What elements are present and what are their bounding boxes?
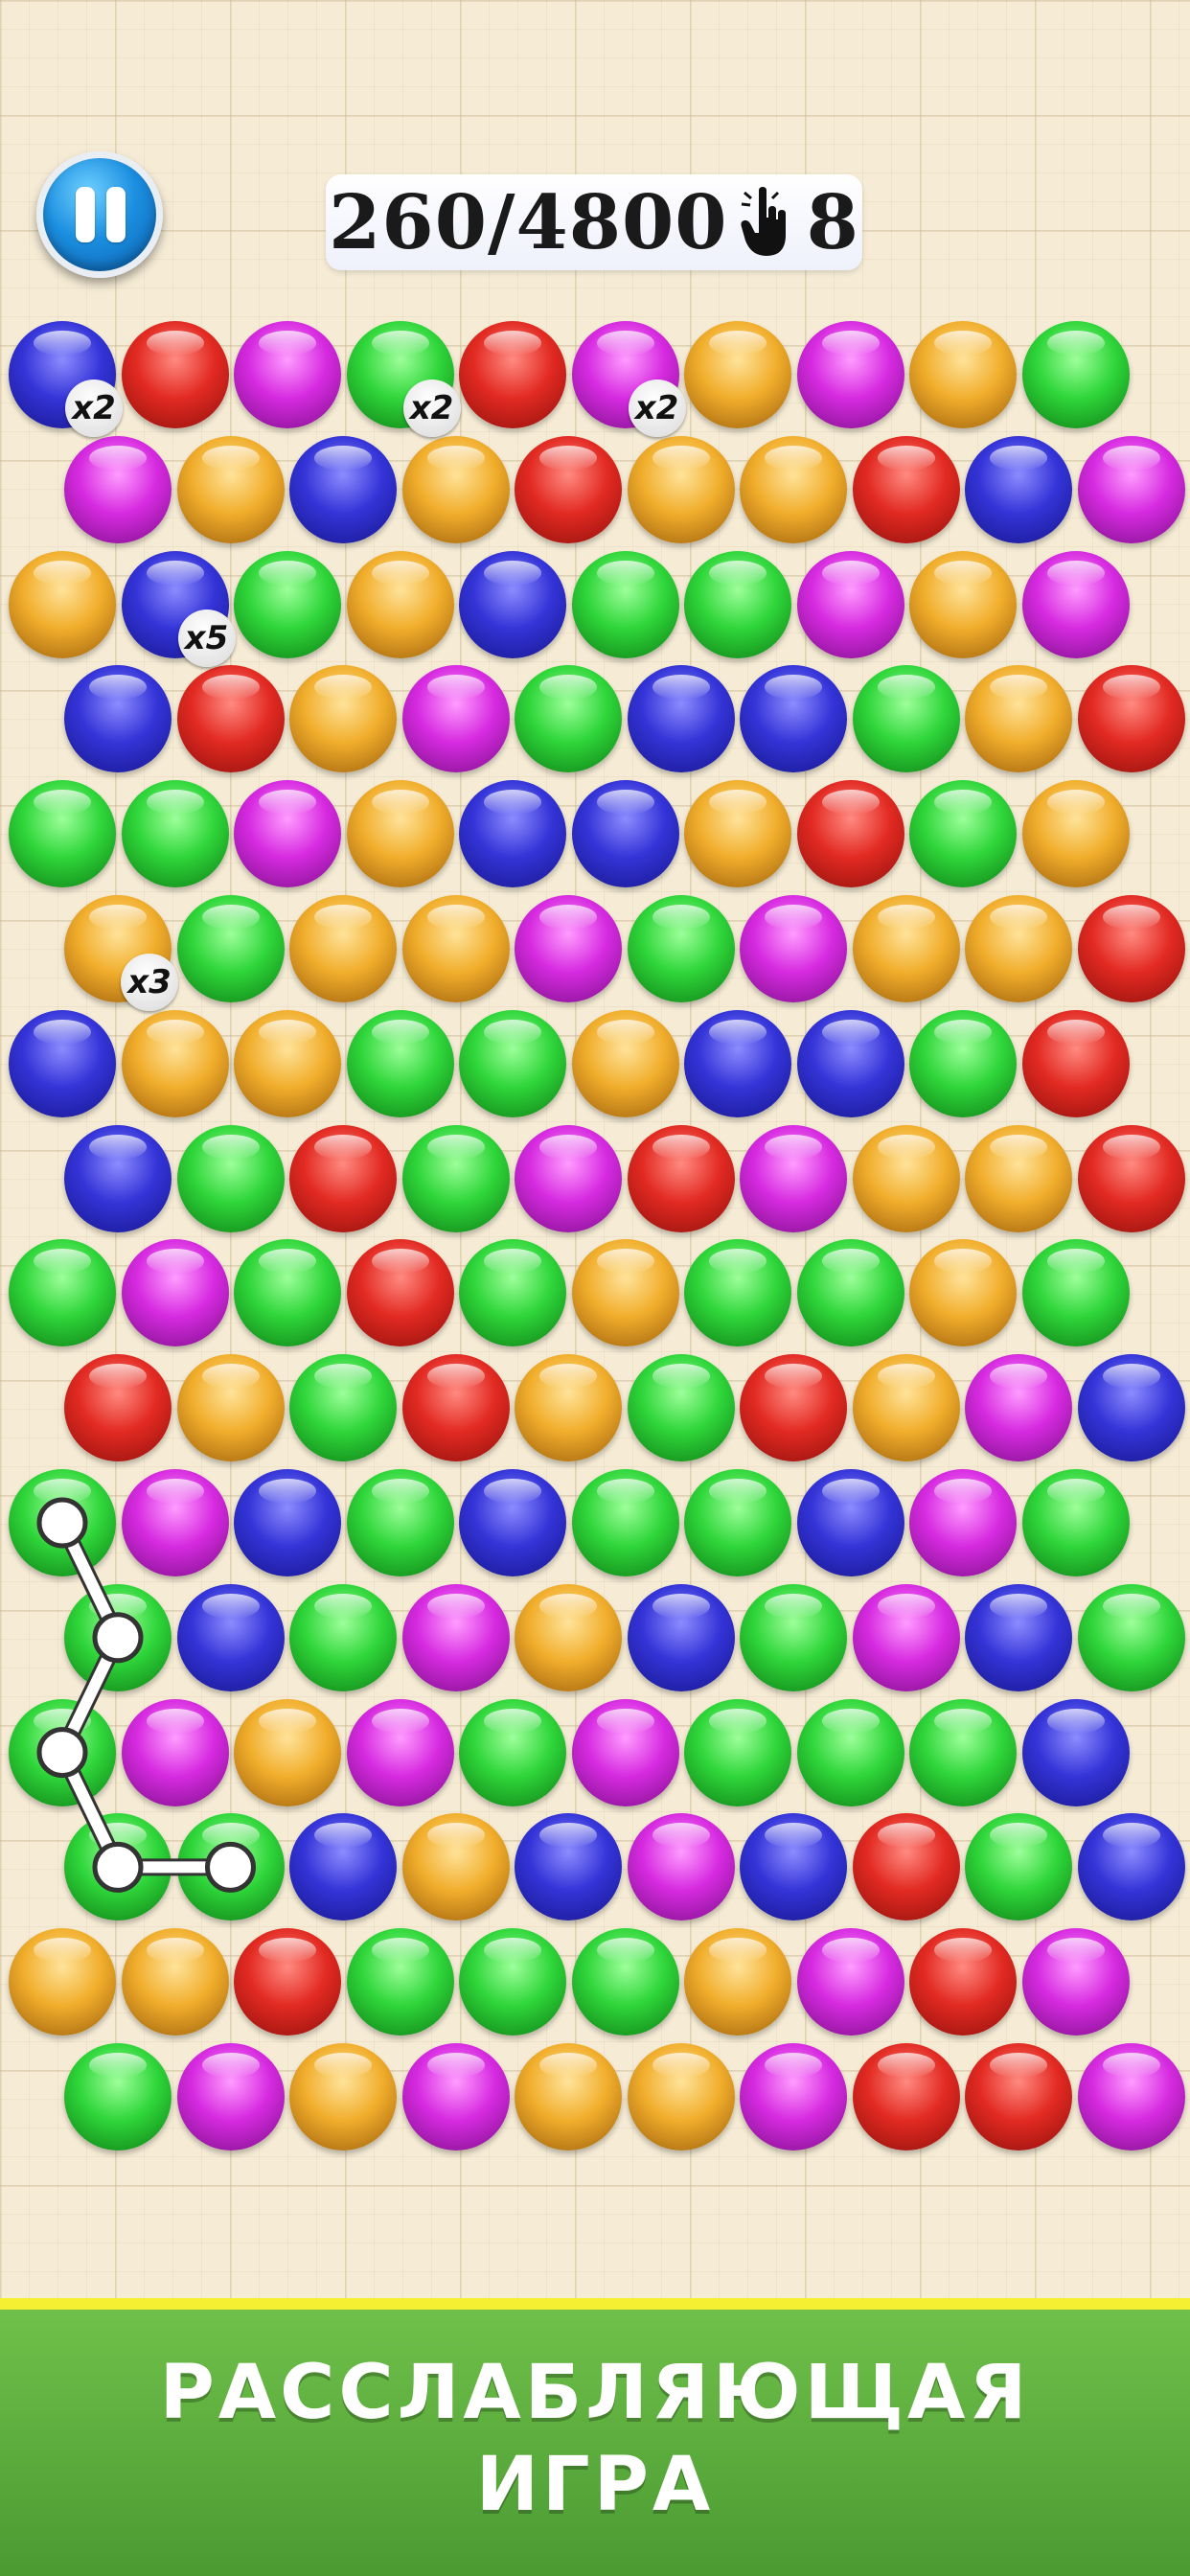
banner-line-2: ИГРА bbox=[475, 2442, 715, 2528]
path-node bbox=[92, 1612, 144, 1664]
selection-path bbox=[36, 1497, 256, 1893]
path-node bbox=[92, 1841, 144, 1893]
path-node bbox=[36, 1497, 88, 1549]
path-node bbox=[36, 1727, 88, 1779]
path-node bbox=[205, 1841, 256, 1893]
banner-line-1: РАССЛАБЛЯЮЩАЯ bbox=[159, 2350, 1031, 2436]
promo-banner: РАССЛАБЛЯЮЩАЯ ИГРА bbox=[0, 2298, 1190, 2576]
path-line bbox=[57, 1520, 231, 1874]
